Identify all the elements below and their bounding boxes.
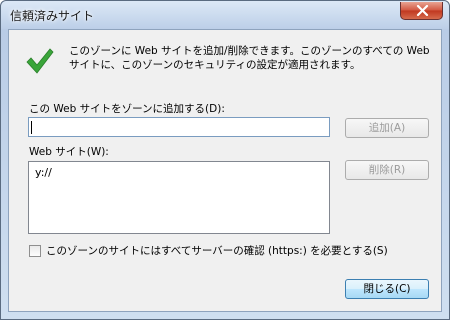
remove-button[interactable]: 削除(R)	[345, 160, 429, 180]
require-https-label[interactable]: このゾーンのサイトにはすべてサーバーの確認 (https:) を必要とする(S)	[46, 243, 388, 258]
window-close-button[interactable]	[400, 2, 443, 20]
dialog-window: 信頼済みサイト このゾーンに Web サイトを追加/削除できます。このゾーンのす…	[0, 0, 450, 320]
list-item[interactable]: y://	[35, 166, 52, 179]
require-https-checkbox[interactable]	[29, 245, 41, 257]
check-icon	[26, 48, 54, 74]
add-site-input[interactable]	[28, 117, 330, 137]
intro-text: このゾーンに Web サイトを追加/削除できます。このゾーンのすべての Web …	[69, 45, 430, 71]
sites-list[interactable]: y://	[28, 161, 330, 234]
close-icon	[416, 5, 429, 16]
add-site-label: この Web サイトをゾーンに追加する(D):	[29, 103, 225, 115]
add-button[interactable]: 追加(A)	[345, 118, 429, 138]
close-button[interactable]: 閉じる(C)	[345, 279, 429, 299]
text-caret	[31, 121, 32, 134]
title-bar[interactable]: 信頼済みサイト	[1, 1, 449, 29]
window-title: 信頼済みサイト	[10, 9, 95, 23]
sites-list-label: Web サイト(W):	[29, 146, 109, 158]
dialog-body: このゾーンに Web サイトを追加/削除できます。このゾーンのすべての Web …	[8, 29, 442, 312]
